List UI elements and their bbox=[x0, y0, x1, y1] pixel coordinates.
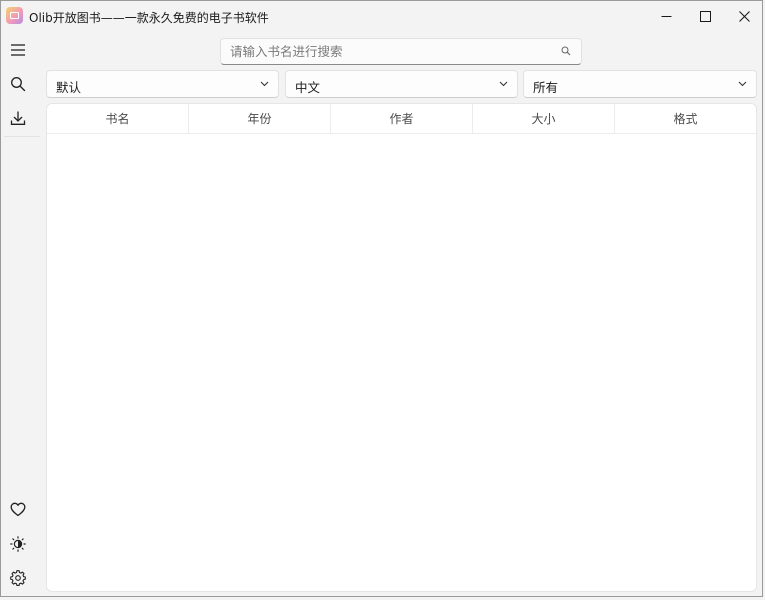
sort-dropdown[interactable]: 默认 bbox=[46, 70, 279, 98]
nav-download-button[interactable] bbox=[1, 103, 35, 133]
window-title: Olib开放图书——一款永久免费的电子书软件 bbox=[29, 11, 269, 25]
maximize-icon bbox=[699, 11, 711, 22]
theme-toggle-icon bbox=[10, 536, 26, 552]
chevron-down-icon bbox=[738, 81, 747, 87]
rail-divider bbox=[4, 136, 40, 137]
download-icon bbox=[10, 111, 26, 125]
format-dropdown[interactable]: 所有 bbox=[523, 70, 757, 98]
minimize-icon bbox=[661, 16, 671, 17]
heart-icon bbox=[10, 502, 26, 516]
search-submit-icon[interactable] bbox=[561, 46, 571, 56]
chevron-down-icon bbox=[499, 81, 508, 87]
maximize-button[interactable] bbox=[686, 1, 724, 32]
app-window: Olib开放图书——一款永久免费的电子书软件 请输入书名进行搜索 默认 中文 所… bbox=[0, 0, 763, 597]
gear-icon bbox=[10, 570, 26, 586]
theme-toggle-button[interactable] bbox=[1, 529, 35, 559]
format-dropdown-value: 所有 bbox=[533, 80, 559, 95]
nav-favorites-button[interactable] bbox=[1, 494, 35, 524]
table-header: 书名 年份 作者 大小 格式 bbox=[47, 104, 756, 134]
sort-dropdown-value: 默认 bbox=[56, 80, 82, 95]
settings-button[interactable] bbox=[1, 563, 35, 593]
close-icon bbox=[738, 11, 750, 22]
language-dropdown[interactable]: 中文 bbox=[285, 70, 518, 98]
column-header-author[interactable]: 作者 bbox=[331, 104, 473, 133]
menu-icon bbox=[11, 44, 25, 56]
search-box[interactable] bbox=[220, 38, 582, 65]
close-button[interactable] bbox=[725, 1, 762, 32]
menu-toggle-button[interactable] bbox=[1, 35, 35, 65]
chevron-down-icon bbox=[260, 81, 269, 87]
column-header-year[interactable]: 年份 bbox=[189, 104, 331, 133]
search-icon bbox=[11, 77, 26, 92]
minimize-button[interactable] bbox=[647, 1, 685, 32]
language-dropdown-value: 中文 bbox=[295, 80, 321, 95]
results-table: 书名 年份 作者 大小 格式 bbox=[46, 103, 757, 592]
column-header-format[interactable]: 格式 bbox=[615, 104, 756, 133]
column-header-size[interactable]: 大小 bbox=[473, 104, 615, 133]
title-bar[interactable]: Olib开放图书——一款永久免费的电子书软件 bbox=[1, 1, 762, 32]
search-input[interactable] bbox=[230, 42, 550, 61]
nav-search-button[interactable] bbox=[1, 69, 35, 99]
app-logo-icon bbox=[6, 7, 23, 24]
column-header-title[interactable]: 书名 bbox=[47, 104, 189, 133]
